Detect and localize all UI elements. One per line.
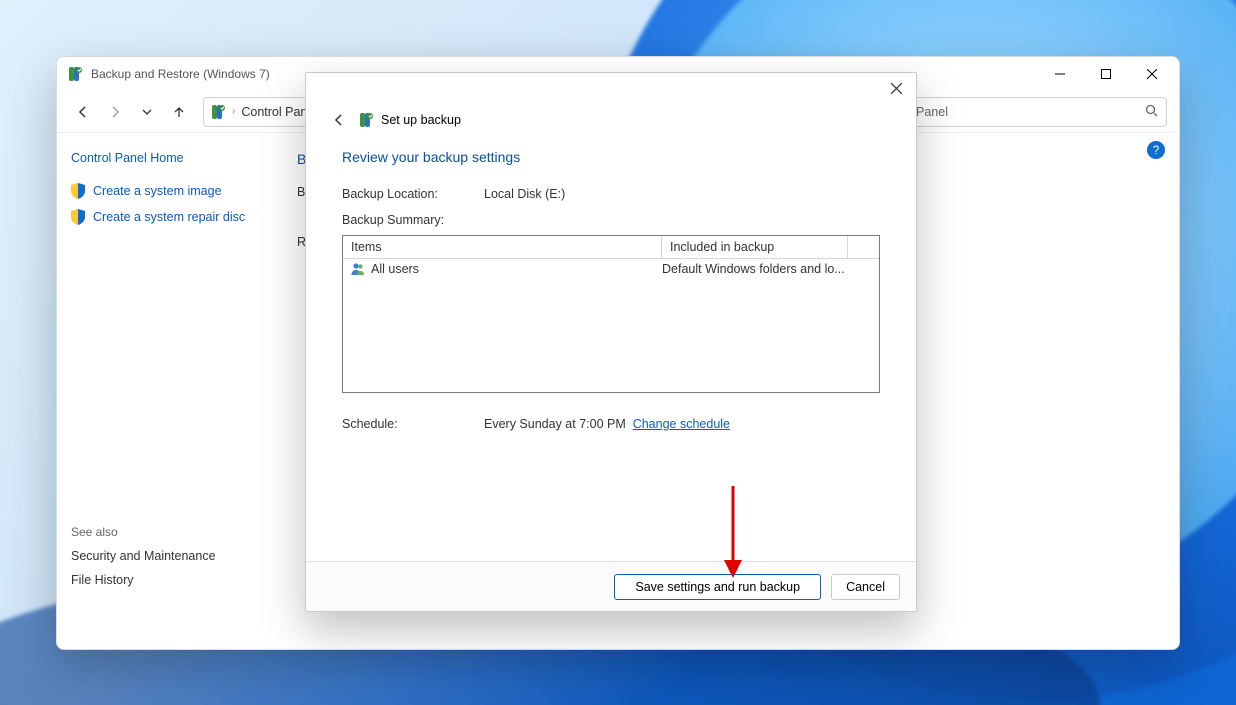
setup-backup-dialog: Set up backup Review your backup setting… xyxy=(305,72,917,612)
backup-location-value: Local Disk (E:) xyxy=(484,187,565,201)
schedule-value: Every Sunday at 7:00 PM xyxy=(484,417,626,431)
breadcrumb-segment[interactable]: Control Pan xyxy=(241,105,307,119)
dialog-title: Set up backup xyxy=(381,113,461,127)
control-panel-home-link[interactable]: Control Panel Home xyxy=(71,151,263,165)
window-close-button[interactable] xyxy=(1129,59,1175,89)
window-maximize-button[interactable] xyxy=(1083,59,1129,89)
search-icon xyxy=(1145,104,1158,120)
change-schedule-link[interactable]: Change schedule xyxy=(633,417,730,431)
backup-summary-table: Items Included in backup All users Defau… xyxy=(342,235,880,393)
backup-flag-icon xyxy=(67,66,83,82)
breadcrumb-backup-icon xyxy=(210,104,226,120)
help-icon[interactable]: ? xyxy=(1147,141,1165,159)
save-settings-run-backup-button[interactable]: Save settings and run backup xyxy=(614,574,821,600)
search-placeholder-text: Panel xyxy=(916,105,948,119)
file-history-link[interactable]: File History xyxy=(71,573,263,587)
users-icon xyxy=(351,262,365,276)
shield-icon xyxy=(71,209,85,225)
dialog-heading: Review your backup settings xyxy=(342,149,880,165)
security-maintenance-link[interactable]: Security and Maintenance xyxy=(71,549,263,563)
summary-col-included[interactable]: Included in backup xyxy=(662,236,848,259)
backup-location-label: Backup Location: xyxy=(342,187,484,201)
dialog-backup-icon xyxy=(358,112,374,128)
create-repair-disc-label: Create a system repair disc xyxy=(93,210,245,224)
nav-forward-button[interactable] xyxy=(101,98,129,126)
create-system-image-label: Create a system image xyxy=(93,184,222,198)
summary-col-items[interactable]: Items xyxy=(343,236,662,259)
search-input[interactable]: Panel xyxy=(907,97,1167,127)
window-title: Backup and Restore (Windows 7) xyxy=(91,67,270,81)
backup-summary-label: Backup Summary: xyxy=(342,213,880,227)
nav-history-dropdown[interactable] xyxy=(133,98,161,126)
dialog-close-button[interactable] xyxy=(876,73,916,103)
nav-up-button[interactable] xyxy=(165,98,193,126)
nav-back-button[interactable] xyxy=(69,98,97,126)
see-also-heading: See also xyxy=(71,525,263,539)
cancel-button[interactable]: Cancel xyxy=(831,574,900,600)
control-panel-sidebar: Control Panel Home Create a system image… xyxy=(57,133,277,649)
summary-row[interactable]: All users Default Windows folders and lo… xyxy=(343,259,879,279)
schedule-label: Schedule: xyxy=(342,417,484,431)
summary-col-spacer xyxy=(848,236,879,259)
window-minimize-button[interactable] xyxy=(1037,59,1083,89)
summary-row-item: All users xyxy=(371,262,419,276)
shield-icon xyxy=(71,183,85,199)
create-system-image-link[interactable]: Create a system image xyxy=(71,183,263,199)
dialog-back-button[interactable] xyxy=(328,109,350,131)
create-repair-disc-link[interactable]: Create a system repair disc xyxy=(71,209,263,225)
chevron-right-icon: › xyxy=(232,106,235,117)
summary-row-included: Default Windows folders and lo... xyxy=(662,262,845,276)
